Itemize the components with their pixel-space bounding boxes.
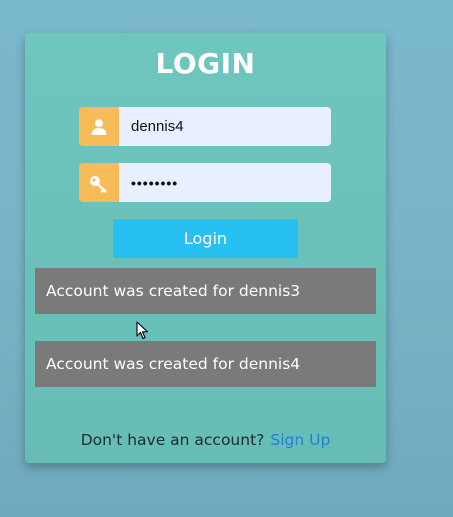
signup-footer: Don't have an account? Sign Up xyxy=(25,431,386,449)
signup-prompt: Don't have an account? xyxy=(80,431,265,449)
page-title: LOGIN xyxy=(155,47,256,80)
message-account-created-1: Account was created for dennis3 xyxy=(35,268,376,314)
login-card: LOGIN Login Account was created for denn… xyxy=(25,33,386,463)
password-input[interactable] xyxy=(119,163,331,202)
key-icon xyxy=(79,163,119,202)
username-input[interactable] xyxy=(119,107,331,146)
user-icon xyxy=(79,107,119,146)
username-field-group xyxy=(79,107,331,146)
login-button[interactable]: Login xyxy=(113,219,298,258)
message-account-created-2: Account was created for dennis4 xyxy=(35,341,376,387)
signup-link[interactable]: Sign Up xyxy=(270,431,330,449)
password-field-group xyxy=(79,163,331,202)
mouse-cursor-icon xyxy=(136,321,149,340)
